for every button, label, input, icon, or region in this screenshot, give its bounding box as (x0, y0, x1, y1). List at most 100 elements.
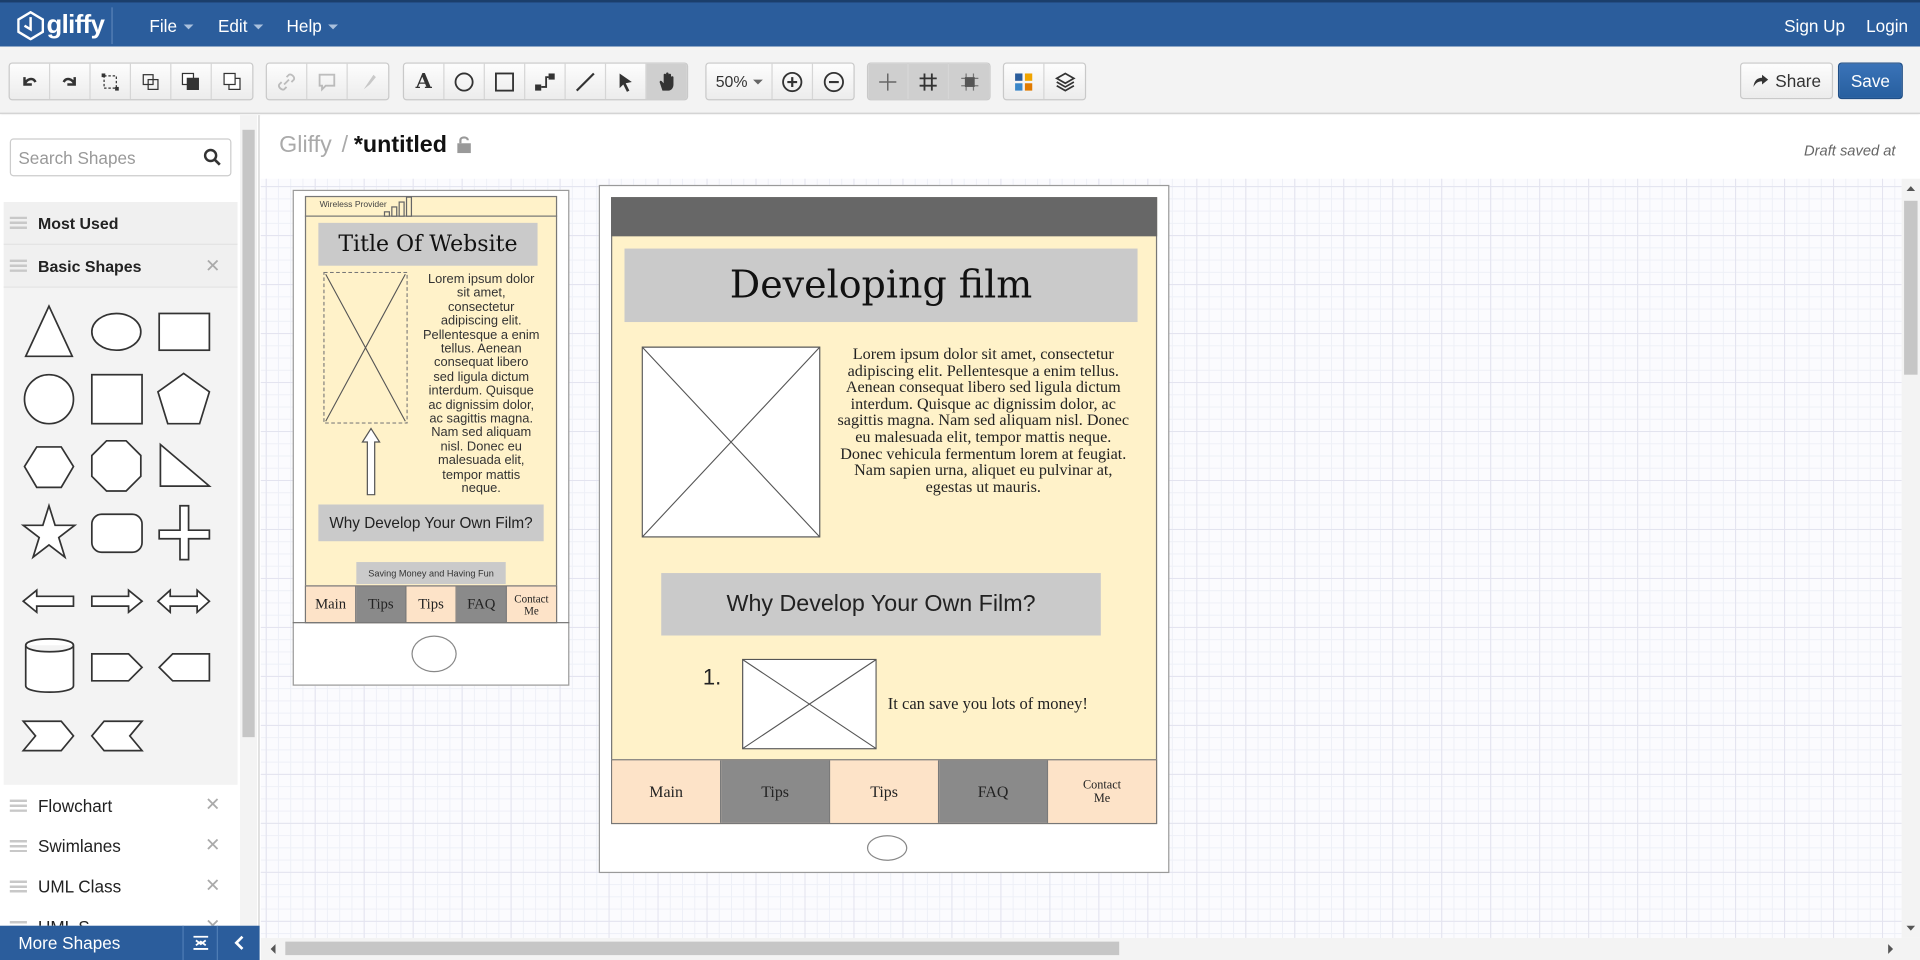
pan-tool-button[interactable] (646, 63, 687, 100)
menu-edit[interactable]: Edit (217, 2, 264, 49)
ellipse-tool-icon (454, 71, 474, 91)
tablet-nav-faq[interactable]: FAQ (939, 760, 1049, 823)
list-item-text[interactable]: It can save you lots of money! (888, 694, 1088, 714)
canvas-vertical-scrollbar[interactable] (1901, 178, 1920, 938)
format-painter-icon (363, 74, 376, 89)
cylinder-shape (24, 638, 75, 693)
zoom-out-button[interactable] (813, 64, 853, 100)
more-shapes-bar[interactable]: More Shapes (0, 925, 260, 960)
phone-home-button[interactable] (411, 635, 457, 673)
lock-icon[interactable] (456, 135, 473, 155)
close-icon[interactable]: ✕ (205, 915, 220, 926)
link-button[interactable] (267, 63, 308, 100)
close-icon[interactable]: ✕ (205, 834, 220, 856)
edit-tool-group (8, 62, 254, 101)
gliffy-logo[interactable]: gliffy (17, 7, 105, 44)
category-swimlanes[interactable]: Swimlanes ✕ (3, 825, 238, 866)
close-icon[interactable]: ✕ (205, 793, 220, 816)
phone-nav-tips[interactable]: Tips (356, 586, 407, 623)
drag-handle-icon[interactable] (9, 259, 27, 272)
tablet-nav-main[interactable]: Main (612, 760, 722, 823)
drag-handle-icon[interactable] (9, 216, 27, 229)
category-label: Most Used (37, 214, 119, 233)
tablet-home-button[interactable] (866, 835, 908, 861)
guides-button[interactable] (868, 63, 909, 100)
close-icon[interactable]: ✕ (205, 874, 220, 897)
grid-button[interactable] (908, 63, 949, 100)
tablet-why-button[interactable]: Why Develop Your Own Film? (661, 573, 1101, 636)
theme-button[interactable] (1004, 63, 1045, 100)
breadcrumb-root[interactable]: Gliffy (279, 132, 332, 159)
guides-icon (879, 72, 897, 90)
draw-tool-group: A (402, 62, 689, 101)
grid-icon (919, 72, 937, 90)
snap-button[interactable] (948, 63, 990, 100)
zoom-in-button[interactable] (773, 63, 814, 100)
text-tool-button[interactable]: A (404, 63, 445, 100)
phone-why-button[interactable]: Why Develop Your Own Film? (318, 504, 544, 542)
phone-nav-main[interactable]: Main (306, 586, 357, 623)
collapse-all-button[interactable] (182, 925, 216, 960)
category-most-used[interactable]: Most Used (3, 202, 238, 245)
scrollbar-thumb[interactable] (285, 941, 1120, 956)
tablet-image-placeholder[interactable] (641, 346, 821, 538)
menu-file[interactable]: File (149, 2, 193, 49)
scrollbar-thumb[interactable] (242, 129, 255, 738)
comment-button[interactable] (307, 63, 348, 100)
close-icon[interactable]: ✕ (205, 255, 220, 277)
document-title[interactable]: *untitled (354, 132, 447, 159)
layers-button[interactable] (1044, 64, 1084, 100)
format-painter-button[interactable] (348, 64, 388, 100)
scrollbar-thumb[interactable] (1904, 200, 1918, 375)
category-uml-class[interactable]: UML Class ✕ (3, 865, 238, 907)
phone-nav-faq[interactable]: FAQ (456, 586, 507, 623)
save-button[interactable]: Save (1837, 62, 1903, 100)
tablet-nav-contact[interactable]: Contact Me (1048, 760, 1156, 823)
sidebar-scrollbar[interactable] (240, 115, 258, 926)
drag-handle-icon[interactable] (9, 840, 27, 853)
rectangle-tool-button[interactable] (485, 63, 526, 100)
up-arrow-icon[interactable] (361, 427, 381, 496)
phone-nav-contact[interactable]: Contact Me (506, 586, 556, 623)
drag-handle-icon[interactable] (9, 880, 27, 893)
hide-sidebar-button[interactable] (216, 925, 260, 960)
ungroup-button[interactable] (131, 63, 172, 100)
redo-button[interactable] (50, 63, 91, 100)
login-link[interactable]: Login (1866, 2, 1908, 49)
drag-handle-icon[interactable] (9, 799, 27, 812)
search-shapes-input[interactable]: Search Shapes (9, 138, 232, 177)
phone-site-title[interactable]: Title Of Website (318, 222, 538, 266)
zoom-select[interactable]: 50% (707, 63, 773, 100)
search-icon[interactable] (203, 148, 221, 166)
pan-tool-icon (659, 71, 673, 90)
scroll-down-icon[interactable] (1902, 921, 1920, 936)
line-tool-button[interactable] (566, 63, 607, 100)
tablet-nav-tips[interactable]: Tips (721, 760, 831, 823)
sign-up-link[interactable]: Sign Up (1784, 2, 1845, 49)
category-flowchart[interactable]: Flowchart ✕ (3, 784, 238, 826)
share-button[interactable]: Share (1740, 62, 1834, 100)
pointer-tool-button[interactable] (606, 63, 647, 100)
list-image-placeholder[interactable] (742, 658, 877, 750)
category-basic-shapes[interactable]: Basic Shapes ✕ (3, 244, 238, 288)
bring-front-button[interactable] (171, 63, 212, 100)
phone-nav-tips-2[interactable]: Tips (406, 586, 457, 623)
phone-image-placeholder[interactable] (323, 271, 408, 424)
send-back-button[interactable] (212, 64, 252, 100)
canvas-horizontal-scrollbar[interactable] (260, 937, 1920, 960)
tablet-site-title[interactable]: Developing film (624, 248, 1138, 323)
scroll-left-icon[interactable] (266, 938, 281, 960)
menu-edit-label: Edit (217, 15, 248, 36)
group-button[interactable] (91, 63, 132, 100)
text-tool-icon: A (415, 69, 432, 94)
scroll-right-icon[interactable] (1883, 938, 1898, 960)
undo-button[interactable] (10, 63, 51, 100)
tablet-nav-tips-2[interactable]: Tips (830, 760, 940, 823)
ellipse-tool-button[interactable] (444, 63, 485, 100)
category-uml-sequence[interactable]: UML S... ✕ (3, 906, 238, 926)
tablet-body-text[interactable]: Lorem ipsum dolor sit amet, consectetur … (836, 345, 1130, 495)
scroll-up-icon[interactable] (1902, 181, 1920, 196)
phone-body-text[interactable]: Lorem ipsum dolor sit amet, consectetur … (422, 272, 540, 496)
connector-tool-button[interactable] (525, 63, 566, 100)
menu-help[interactable]: Help (287, 2, 338, 49)
